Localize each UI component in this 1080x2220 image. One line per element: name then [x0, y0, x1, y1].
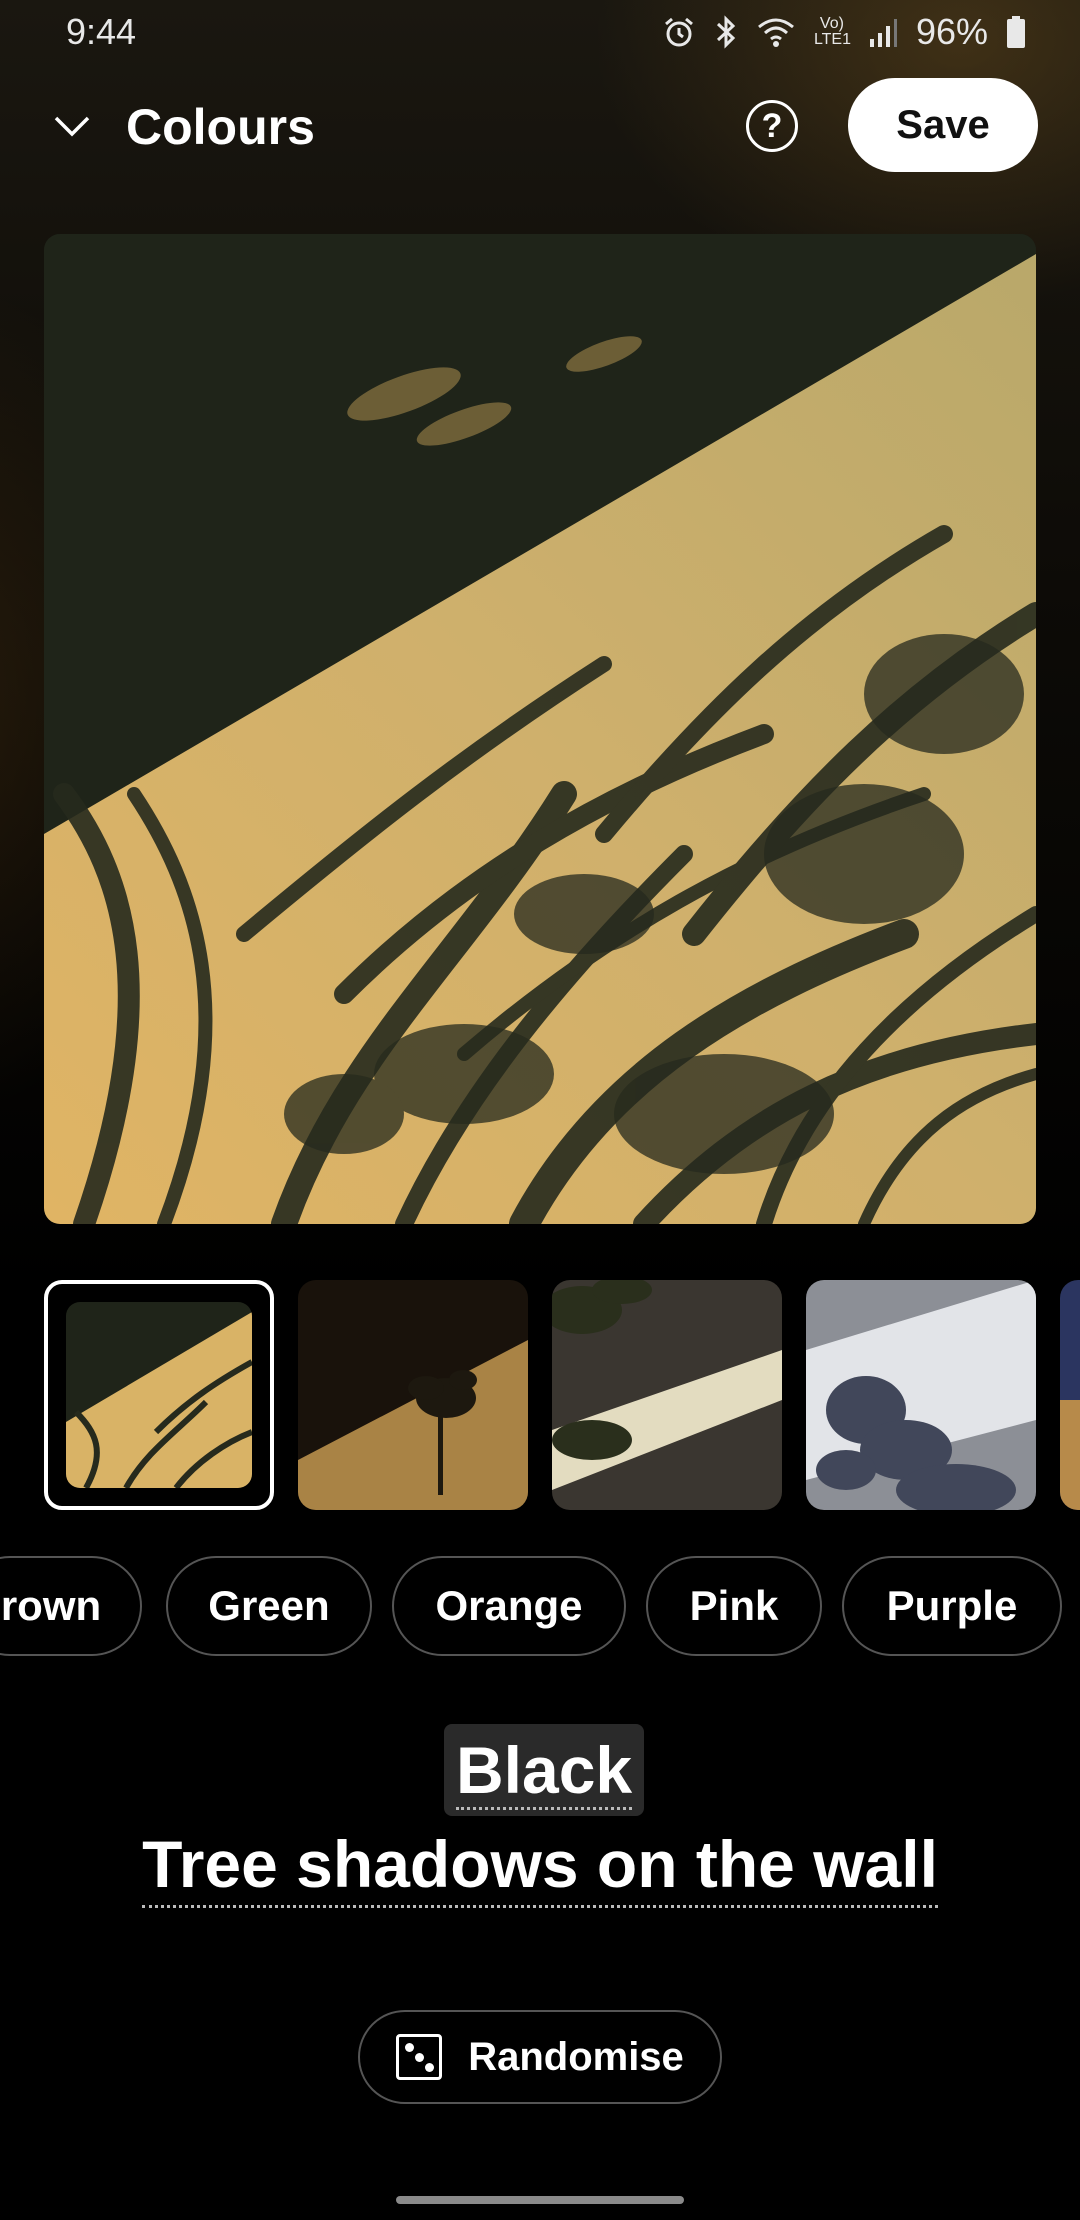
battery-icon	[1007, 16, 1025, 48]
randomise-label: Randomise	[468, 2034, 684, 2079]
chip-pink[interactable]: Pink	[646, 1556, 822, 1656]
chip-orange[interactable]: Orange	[392, 1556, 626, 1656]
randomise-button[interactable]: Randomise	[358, 2010, 722, 2104]
wallpaper-thumbnail-strip	[0, 1278, 1080, 1514]
network-label: Vo) LTE1	[813, 15, 851, 48]
status-time: 9:44	[66, 11, 137, 52]
thumbnail-leaves-stripe-light[interactable]	[552, 1280, 782, 1510]
bluetooth-icon	[716, 15, 736, 49]
page-title: Colours	[126, 99, 315, 155]
wifi-icon	[757, 18, 794, 47]
colour-chip-row: rown Green Orange Pink Purple	[0, 1556, 1080, 1660]
help-glyph: ?	[761, 106, 783, 145]
chevron-down-icon[interactable]	[52, 106, 92, 146]
battery-percent: 96%	[915, 11, 988, 52]
selected-subject-text: Tree shadows on the wall	[142, 1827, 938, 1908]
status-bar: 9:44 Vo) LTE1 96%	[0, 0, 1080, 64]
thumbnail-leaves-on-white-wall[interactable]	[806, 1280, 1036, 1510]
thumbnail-tree-shadows-wall[interactable]	[44, 1280, 274, 1510]
chip-green[interactable]: Green	[166, 1556, 372, 1656]
selected-subject-label[interactable]: Tree shadows on the wall	[0, 1826, 1080, 1908]
header-bar: Colours ? Save	[0, 76, 1080, 176]
status-icons: Vo) LTE1 96%	[662, 11, 1026, 53]
save-button[interactable]: Save	[848, 78, 1038, 172]
selected-colour-label[interactable]: Black	[444, 1724, 645, 1816]
chip-purple[interactable]: Purple	[842, 1556, 1062, 1656]
dice-icon	[396, 2034, 443, 2080]
signal-icon	[869, 19, 897, 47]
thumbnail-plant-shadow-warm[interactable]	[298, 1280, 528, 1510]
thumbnail-dusk-partial[interactable]	[1060, 1280, 1080, 1510]
wallpaper-preview	[44, 234, 1036, 1224]
help-icon[interactable]: ?	[746, 100, 798, 152]
alarm-icon	[664, 17, 693, 47]
selected-colour-text: Black	[456, 1733, 633, 1810]
home-indicator[interactable]	[396, 2196, 684, 2204]
chip-brown[interactable]: rown	[0, 1556, 142, 1656]
